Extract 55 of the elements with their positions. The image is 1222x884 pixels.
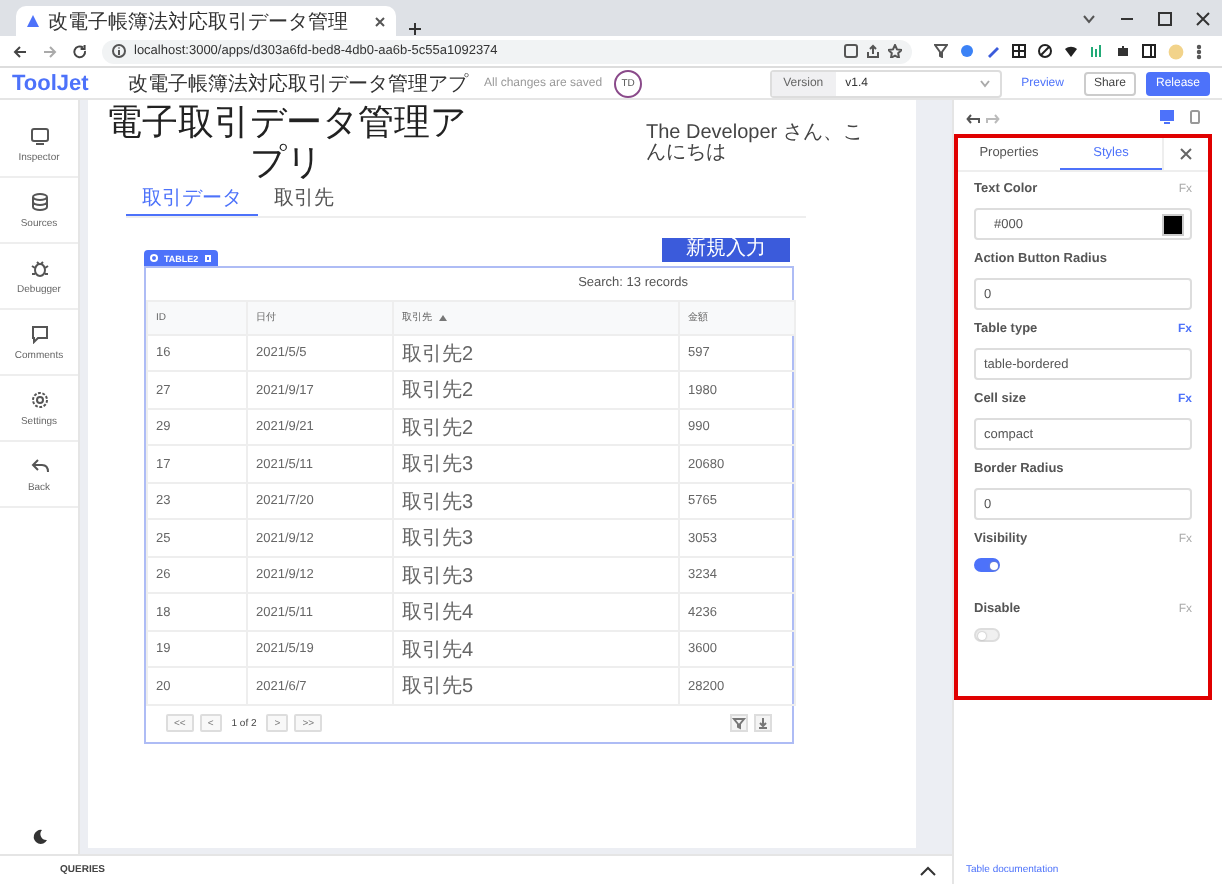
color-swatch[interactable]: [1162, 213, 1184, 235]
blocked-icon[interactable]: [1038, 44, 1052, 58]
sidebar-icon[interactable]: [1142, 44, 1156, 58]
monitor-icon: [29, 125, 49, 145]
funnel-icon[interactable]: [934, 44, 948, 58]
filter-icon[interactable]: [730, 714, 748, 733]
chevron-up-icon[interactable]: [920, 865, 936, 875]
table-cell: 取引先2: [393, 408, 679, 446]
mobile-icon[interactable]: [1190, 110, 1200, 124]
table-cell: 取引先3: [393, 519, 679, 557]
app-name[interactable]: 改電子帳簿法対応取引データ管理アプ: [128, 69, 468, 97]
undo-icon[interactable]: [966, 111, 980, 123]
bug-icon: [29, 257, 49, 277]
bars-icon[interactable]: [1090, 44, 1104, 58]
table-cell: 取引先5: [393, 667, 679, 705]
grid-icon[interactable]: [1012, 44, 1026, 58]
page-title: 電子取引データ管理アプリ: [104, 100, 468, 182]
table-cell: 取引先2: [393, 371, 679, 409]
table-cell: 取引先3: [393, 445, 679, 483]
table-cell: 取引先2: [393, 334, 679, 372]
speech-bubble-icon: [29, 323, 49, 343]
maximize-icon[interactable]: [1158, 11, 1172, 25]
tooljet-logo-icon: [26, 14, 40, 28]
reload-icon[interactable]: [72, 43, 88, 59]
greeting-text: The Developer さん、こんにちは: [646, 124, 865, 164]
close-icon[interactable]: [374, 15, 386, 27]
table-cell: 取引先3: [393, 482, 679, 520]
share-icon[interactable]: [866, 44, 880, 58]
wifi-icon[interactable]: [1064, 44, 1078, 58]
back-arrow-icon: [29, 455, 49, 475]
pen-icon[interactable]: [986, 44, 1000, 58]
tab[interactable]: 取引データ: [126, 182, 258, 216]
back-icon[interactable]: [12, 43, 28, 59]
more-icon[interactable]: [1196, 43, 1202, 59]
logo[interactable]: ToolJet: [12, 71, 96, 95]
new-entry-button[interactable]: 新規入力: [662, 238, 790, 262]
table-cell: 取引先3: [393, 556, 679, 594]
tab[interactable]: 取引先: [258, 182, 350, 216]
sort-icon: [438, 313, 448, 322]
toggle-switch[interactable]: [974, 558, 1000, 572]
star-icon[interactable]: [888, 44, 902, 58]
table-cell: 取引先4: [393, 593, 679, 631]
info-icon: [112, 44, 126, 58]
database-icon: [29, 191, 49, 211]
new-tab-icon[interactable]: [408, 22, 422, 36]
trash-icon[interactable]: [204, 254, 213, 262]
close-icon[interactable]: [1196, 11, 1210, 25]
close-icon[interactable]: [1180, 148, 1192, 160]
download-icon[interactable]: [754, 714, 772, 733]
browser-tab[interactable]: 改電子帳簿法対応取引データ管理: [16, 6, 396, 36]
desktop-icon[interactable]: [1160, 110, 1174, 124]
moon-icon[interactable]: [30, 828, 48, 846]
table-cell: 取引先4: [393, 630, 679, 668]
circle-icon[interactable]: [960, 44, 974, 58]
chevron-down-icon[interactable]: [1082, 13, 1096, 23]
